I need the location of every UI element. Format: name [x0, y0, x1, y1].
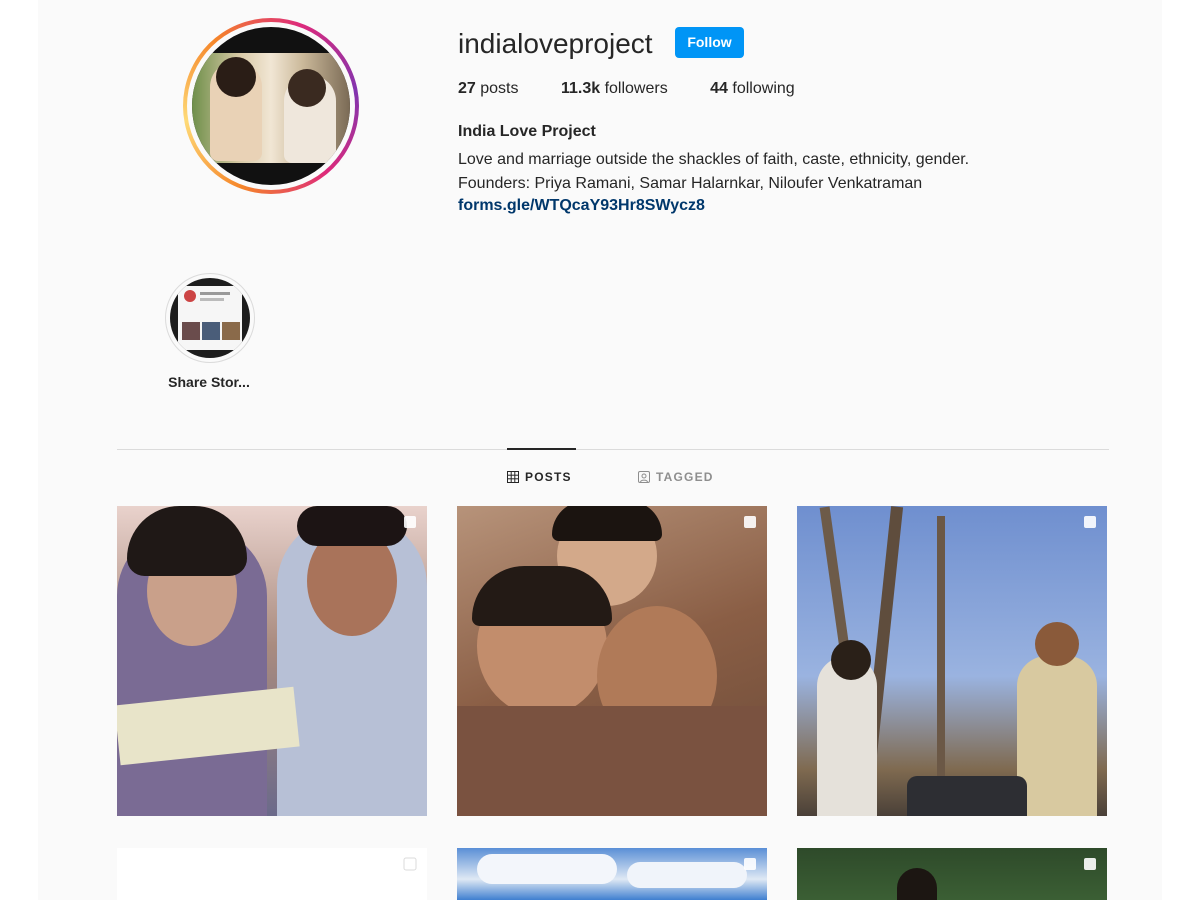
- active-tab-indicator: [507, 448, 576, 450]
- profile-stats: 27 posts 11.3k followers 44 following: [458, 80, 833, 98]
- profile-avatar[interactable]: [192, 27, 350, 185]
- post-photo-clothing: [457, 706, 767, 816]
- tabs-divider: [117, 449, 1109, 450]
- post-photo-head: [831, 640, 871, 680]
- carousel-icon: [744, 858, 756, 870]
- post-photo-hair: [552, 506, 662, 541]
- posts-stat: 27 posts: [458, 80, 519, 98]
- post-photo-hair: [127, 506, 247, 576]
- post-photo-pole: [937, 516, 945, 816]
- post-photo-head: [1035, 622, 1079, 666]
- profile-bio: Love and marriage outside the shackles o…: [458, 148, 969, 196]
- followers-label: followers: [604, 80, 668, 97]
- carousel-icon: [403, 857, 417, 871]
- story-highlight[interactable]: [165, 273, 255, 363]
- tab-posts[interactable]: POSTS: [507, 470, 572, 484]
- profile-website-link[interactable]: forms.gle/WTQcaY93Hr8SWycz8: [458, 197, 705, 215]
- following-stat[interactable]: 44 following: [710, 80, 795, 98]
- following-count: 44: [710, 80, 728, 97]
- avatar-person-right-head: [288, 69, 326, 107]
- grid-icon: [507, 471, 519, 483]
- tagged-icon: [638, 471, 650, 483]
- highlight-cover-thumb: [202, 322, 220, 340]
- post-photo-hair: [297, 506, 407, 546]
- highlight-cover-thumb: [222, 322, 240, 340]
- profile-page: indialoveproject Follow 27 posts 11.3k f…: [38, 0, 1162, 900]
- post-tile[interactable]: [457, 848, 767, 900]
- carousel-icon: [1084, 858, 1096, 870]
- post-photo-head: [897, 868, 937, 900]
- post-photo-cloud: [477, 854, 617, 884]
- carousel-icon: [744, 516, 756, 528]
- highlight-label[interactable]: Share Stor...: [143, 374, 275, 390]
- profile-full-name: India Love Project: [458, 123, 596, 140]
- post-photo-car: [907, 776, 1027, 816]
- carousel-icon: [404, 516, 416, 528]
- post-tile[interactable]: [117, 848, 427, 900]
- post-photo-cloud: [627, 862, 747, 888]
- tab-tagged[interactable]: TAGGED: [638, 470, 714, 484]
- posts-label: posts: [480, 80, 519, 97]
- profile-avatar-story-ring[interactable]: [183, 18, 359, 194]
- post-photo-person: [1017, 656, 1097, 816]
- tab-tagged-label: TAGGED: [656, 470, 714, 484]
- follow-button[interactable]: Follow: [675, 27, 744, 58]
- posts-count: 27: [458, 80, 476, 97]
- highlight-cover-avatar: [184, 290, 196, 302]
- following-label: following: [732, 80, 795, 97]
- bio-line: Founders: Priya Ramani, Samar Halarnkar,…: [458, 175, 923, 192]
- highlight-cover-thumb: [182, 322, 200, 340]
- post-tile[interactable]: [117, 506, 427, 816]
- profile-username: indialoveproject: [458, 28, 653, 59]
- carousel-icon: [1084, 516, 1096, 528]
- highlight-cover-line: [200, 292, 230, 295]
- highlight-cover-line: [200, 298, 224, 301]
- followers-count: 11.3k: [560, 80, 601, 97]
- highlight-cover: [170, 278, 250, 358]
- bio-line: Love and marriage outside the shackles o…: [458, 151, 970, 168]
- tab-posts-label: POSTS: [525, 470, 572, 484]
- followers-stat[interactable]: 11.3k followers: [561, 80, 668, 98]
- avatar-person-left-head: [216, 57, 256, 97]
- post-photo-person: [817, 656, 877, 816]
- post-tile[interactable]: [797, 848, 1107, 900]
- post-tile[interactable]: [457, 506, 767, 816]
- post-tile[interactable]: [797, 506, 1107, 816]
